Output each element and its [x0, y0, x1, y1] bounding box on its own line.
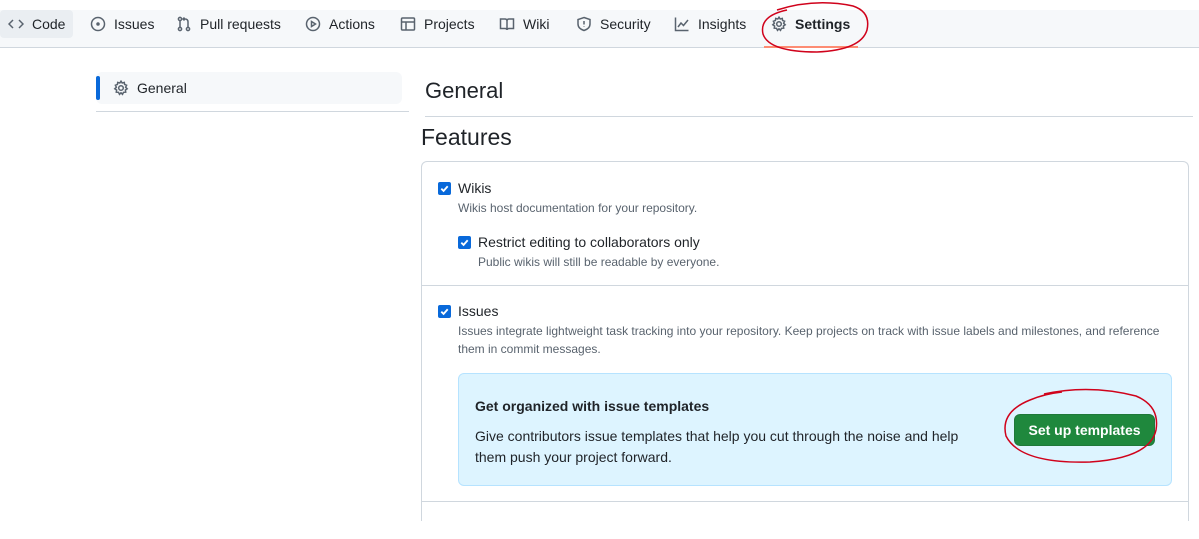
shield-icon — [577, 16, 591, 32]
restrict-editing-description: Public wikis will still be readable by e… — [478, 255, 720, 269]
tab-settings[interactable]: Settings — [771, 10, 850, 38]
wikis-label: Wikis — [458, 180, 492, 196]
issues-option: Issues — [438, 303, 498, 319]
features-heading: Features — [421, 124, 512, 150]
title-divider — [425, 116, 1193, 117]
issues-checkbox[interactable] — [438, 304, 451, 318]
callout-description: Give contributors issue templates that h… — [475, 428, 959, 465]
gear-icon — [771, 16, 787, 32]
tab-label: Projects — [424, 16, 475, 32]
check-icon — [440, 185, 449, 192]
tab-actions[interactable]: Actions — [305, 10, 375, 38]
restrict-editing-checkbox[interactable] — [458, 235, 471, 249]
selected-tab-underline — [764, 46, 858, 48]
tab-wiki[interactable]: Wiki — [499, 10, 549, 38]
section-divider — [422, 285, 1188, 286]
sidebar-item-general[interactable]: General — [96, 72, 402, 104]
tab-security[interactable]: Security — [576, 10, 651, 38]
tab-label: Settings — [795, 16, 851, 32]
sidebar-divider — [96, 111, 409, 112]
tab-label: Code — [32, 16, 66, 32]
issue-templates-callout: Get organized with issue templates Give … — [458, 373, 1172, 486]
tab-label: Actions — [329, 16, 375, 32]
table-icon — [400, 17, 416, 31]
book-icon — [499, 18, 515, 31]
tab-label: Pull requests — [200, 16, 281, 32]
gear-icon — [113, 80, 129, 96]
restrict-editing-option: Restrict editing to collaborators only — [458, 234, 700, 250]
tab-pull-requests[interactable]: Pull requests — [176, 10, 281, 38]
features-box: Wikis Wikis host documentation for your … — [421, 161, 1189, 521]
check-icon — [460, 239, 469, 246]
tab-projects[interactable]: Projects — [400, 10, 475, 38]
restrict-editing-label: Restrict editing to collaborators only — [478, 234, 700, 250]
repo-nav: Code Issues Pull requests Actions Projec… — [0, 10, 1199, 48]
sidebar-item-label: General — [137, 80, 187, 96]
git-pull-request-icon — [177, 16, 191, 32]
tab-label: Security — [600, 16, 651, 32]
issue-opened-icon — [90, 16, 106, 32]
tab-issues[interactable]: Issues — [90, 10, 154, 38]
issues-description-line1: Issues integrate lightweight task tracki… — [458, 324, 1160, 338]
issues-label: Issues — [458, 303, 499, 319]
graph-icon — [674, 17, 689, 32]
wikis-option: Wikis — [438, 180, 491, 196]
setup-templates-button[interactable]: Set up templates — [1014, 414, 1155, 446]
tab-label: Insights — [698, 16, 747, 32]
wikis-description: Wikis host documentation for your reposi… — [458, 201, 698, 215]
code-icon — [8, 19, 24, 29]
tab-insights[interactable]: Insights — [674, 10, 746, 38]
active-indicator — [96, 76, 100, 100]
callout-title: Get organized with issue templates — [475, 398, 710, 414]
play-icon — [305, 16, 321, 32]
tab-code[interactable]: Code — [0, 10, 74, 38]
tab-label: Issues — [114, 16, 155, 32]
issues-description-line2: them in commit messages. — [458, 342, 601, 356]
section-divider-bottom — [422, 501, 1188, 502]
page-title: General — [425, 78, 504, 103]
tab-label: Wiki — [523, 16, 550, 32]
check-icon — [440, 308, 449, 315]
wikis-checkbox[interactable] — [438, 181, 451, 195]
